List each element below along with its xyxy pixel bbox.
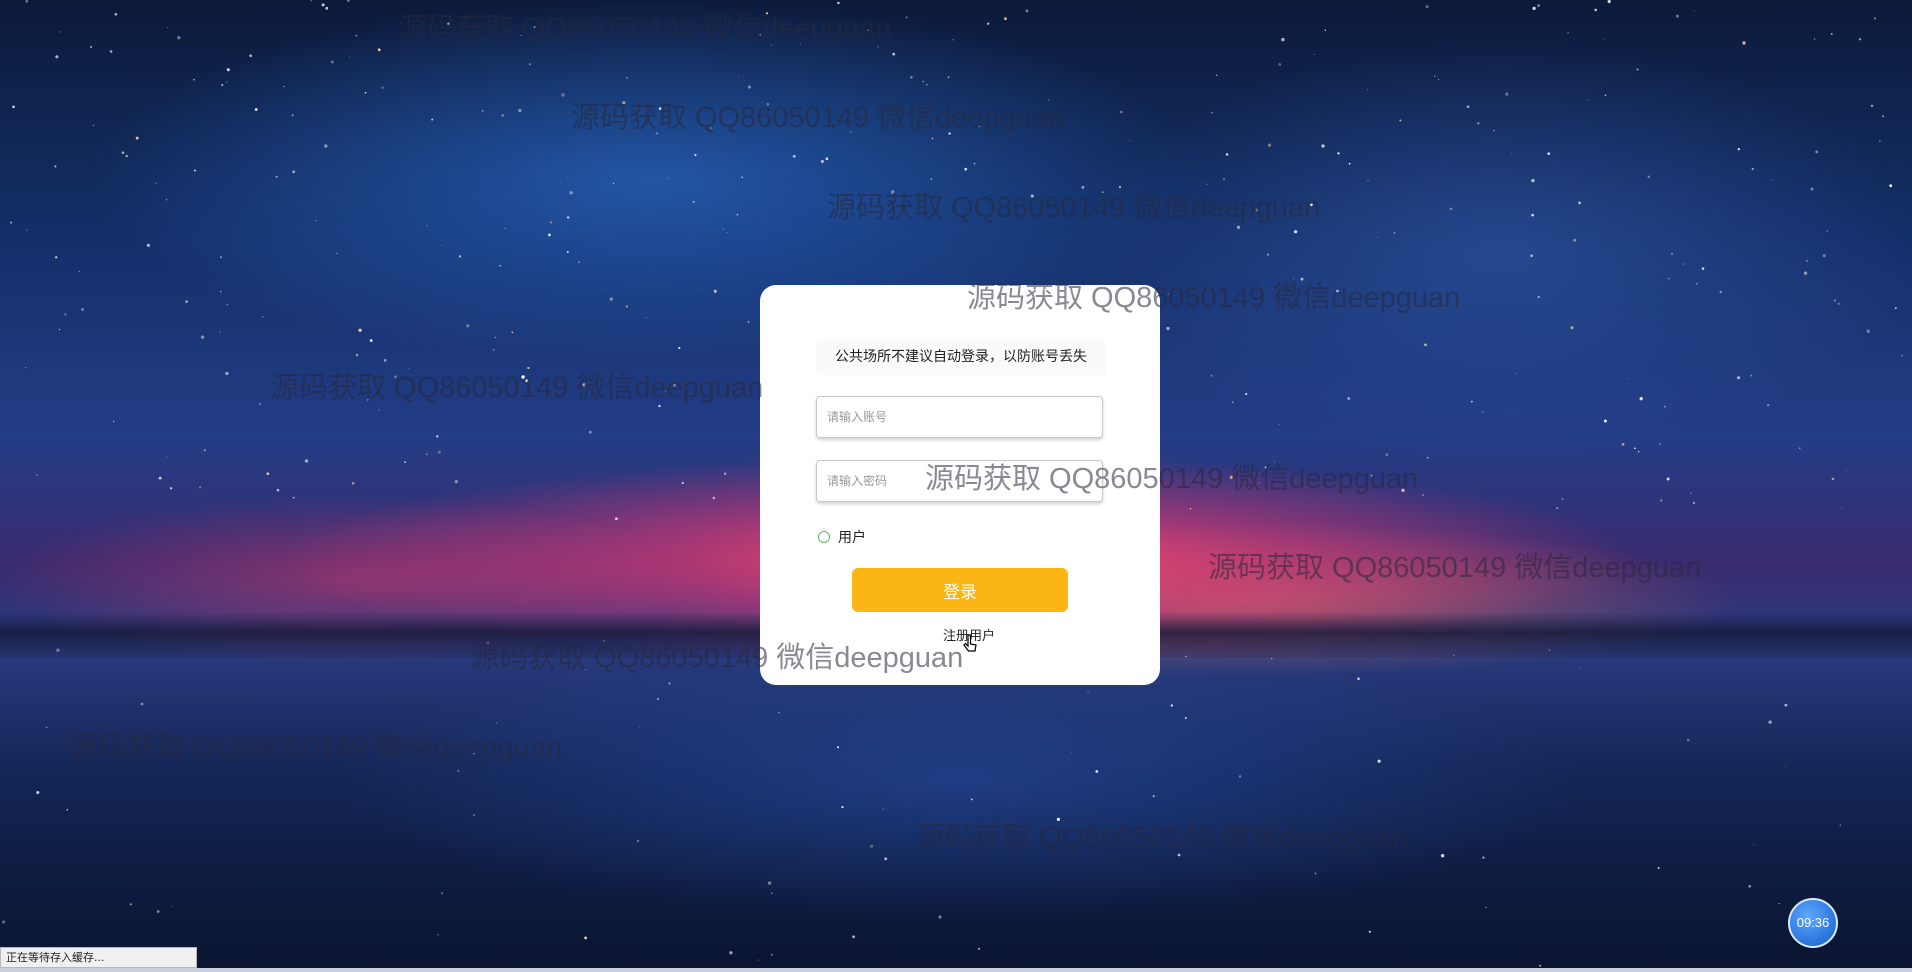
password-field[interactable]: [816, 460, 1103, 502]
role-label: 用户: [838, 530, 866, 546]
account-input[interactable]: [817, 397, 1102, 437]
role-radio[interactable]: [818, 531, 830, 543]
register-link[interactable]: 注册用户: [760, 625, 1160, 644]
mouse-cursor-icon: [963, 634, 977, 652]
clock-widget[interactable]: 09:36: [1788, 898, 1838, 948]
auto-login-notice: 公共场所不建议自动登录，以防账号丢失: [816, 339, 1106, 375]
account-field[interactable]: [816, 396, 1103, 438]
role-option-user[interactable]: 用户: [818, 527, 866, 547]
password-input[interactable]: [817, 461, 1102, 501]
login-page: 公共场所不建议自动登录，以防账号丢失 用户 登录 注册用户 源码获取 QQ860…: [0, 0, 1912, 972]
login-button[interactable]: 登录: [852, 568, 1068, 612]
browser-status-bar: 正在等待存入缓存...: [0, 947, 197, 968]
login-card: 公共场所不建议自动登录，以防账号丢失 用户 登录 注册用户: [760, 285, 1160, 685]
window-bottom-edge: [0, 968, 1912, 972]
